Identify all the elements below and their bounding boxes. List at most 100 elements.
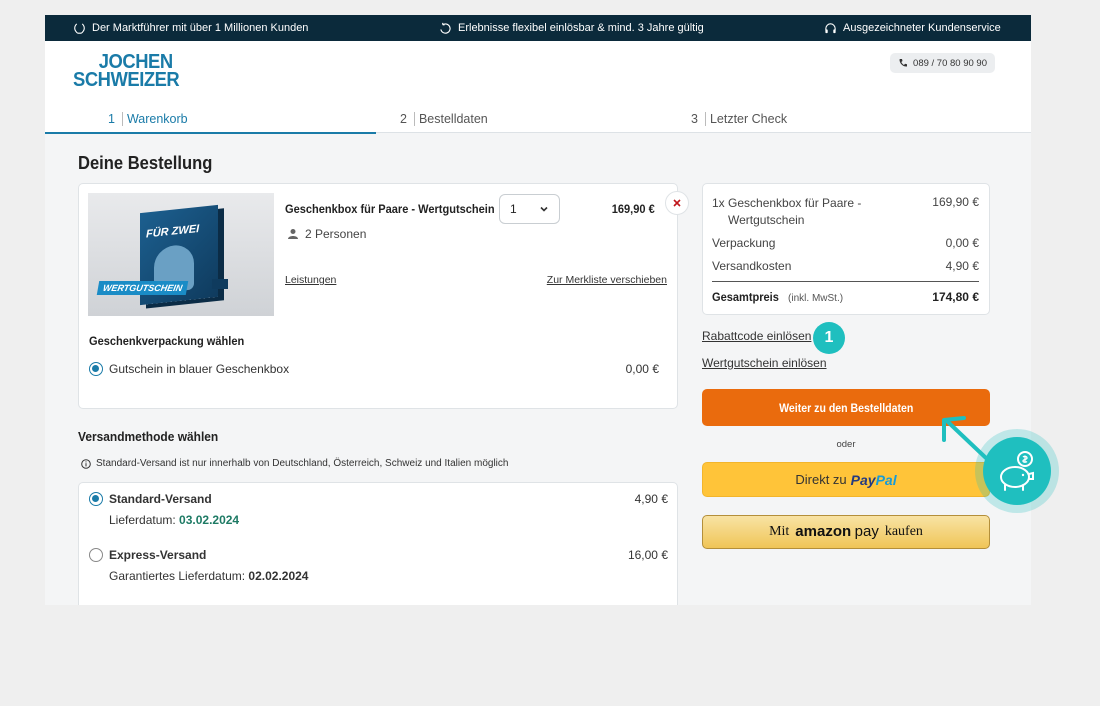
summary-shipping-row: Versandkosten 4,90 € xyxy=(712,259,979,273)
remove-item-button[interactable] xyxy=(665,191,689,215)
summary-item-line2: Wertgutschein xyxy=(728,213,805,227)
express-shipping-radio[interactable] xyxy=(89,548,103,562)
topbar-item-service: Ausgezeichneter Kundenservice xyxy=(824,15,1001,41)
active-step-indicator xyxy=(45,132,376,134)
product-persons: 2 Personen xyxy=(287,227,366,241)
voucher-redeem-link[interactable]: Wertgutschein einlösen xyxy=(702,356,827,370)
continue-button-label: Weiter zu den Bestelldaten xyxy=(778,400,914,415)
product-card: FÜR ZWEI WERTGUTSCHEIN Geschenkbox für P… xyxy=(78,183,689,409)
quantity-select[interactable]: 1 xyxy=(499,194,560,224)
summary-shipping-label: Versandkosten xyxy=(712,259,792,273)
checkout-steps: 1 Warenkorb 2 Bestelldaten 3 Letzter Che… xyxy=(45,105,1031,134)
topbar-text-market-leader: Der Marktführer mit über 1 Millionen Kun… xyxy=(92,22,309,34)
summary-packaging-label: Verpackung xyxy=(712,236,776,250)
amazon-pay-logo: amazon pay xyxy=(795,523,879,541)
laurel-icon xyxy=(74,22,85,34)
summary-total-price: 174,80 € xyxy=(932,290,979,304)
quantity-value: 1 xyxy=(510,202,517,216)
product-title[interactable]: Geschenkbox für Paare - Wertgutschein xyxy=(285,202,495,216)
standard-delivery-date-value: 03.02.2024 xyxy=(179,513,240,527)
step-cart-number: 1 xyxy=(108,112,115,126)
discount-code-link[interactable]: Rabattcode einlösen xyxy=(702,329,811,343)
standard-delivery-date: Lieferdatum: 03.02.2024 xyxy=(109,513,239,527)
summary-packaging-row: Verpackung 0,00 € xyxy=(712,236,979,250)
summary-item-price: 169,90 € xyxy=(932,195,979,209)
step-order-data-number: 2 xyxy=(400,112,407,126)
standard-shipping-price: 4,90 € xyxy=(634,492,668,506)
standard-shipping-radio[interactable] xyxy=(89,492,103,506)
persons-label: 2 Personen xyxy=(305,227,367,241)
amazon-suffix: kaufen xyxy=(884,524,923,539)
top-info-bar: Der Marktführer mit über 1 Millionen Kun… xyxy=(45,15,1031,41)
brand-logo[interactable]: JOCHEN SCHWEIZER xyxy=(73,52,180,91)
step-separator xyxy=(121,112,123,126)
info-icon xyxy=(81,458,91,469)
amazon-pay-button[interactable]: Mit amazon pay kaufen xyxy=(702,515,990,549)
box-text: FÜR ZWEI xyxy=(146,222,200,241)
express-shipping-name[interactable]: Express-Versand xyxy=(109,548,206,562)
paypal-logo: PayPal xyxy=(851,472,897,488)
step-last-check-number: 3 xyxy=(691,112,698,126)
summary-divider xyxy=(712,281,979,282)
amazon-logo-text: amazon xyxy=(795,523,852,540)
paypal-logo-pay: Pay xyxy=(850,471,876,488)
shipping-card: Standard-Versand 4,90 € Lieferdatum: 03.… xyxy=(78,482,678,605)
express-delivery-date-label: Garantiertes Lieferdatum: xyxy=(109,569,246,583)
amazon-pay-text: pay xyxy=(854,523,879,540)
step-last-check[interactable]: 3 Letzter Check xyxy=(691,105,787,133)
piggy-bank-icon xyxy=(1000,451,1034,491)
person-icon xyxy=(288,229,298,239)
shipping-info: Standard-Versand ist nur innerhalb von D… xyxy=(81,458,508,469)
topbar-text-flexible: Erlebnisse flexibel einlösbar & mind. 3 … xyxy=(458,22,704,34)
product-price: 169,90 € xyxy=(612,202,655,216)
savings-overlay xyxy=(975,429,1059,513)
amazon-prefix: Mit xyxy=(769,524,790,539)
shipping-info-text: Standard-Versand ist nur innerhalb von D… xyxy=(96,458,509,469)
standard-delivery-date-label: Lieferdatum: xyxy=(109,513,176,527)
gift-wrap-radio[interactable] xyxy=(89,362,103,376)
step-order-data[interactable]: 2 Bestelldaten xyxy=(400,105,488,133)
shipping-title: Versandmethode wählen xyxy=(78,429,219,444)
summary-item-line1: 1x Geschenkbox für Paare - xyxy=(712,196,862,210)
phone-icon xyxy=(899,59,908,67)
headset-icon xyxy=(825,22,836,33)
summary-packaging-price: 0,00 € xyxy=(945,236,979,250)
product-image[interactable]: FÜR ZWEI WERTGUTSCHEIN xyxy=(88,193,274,316)
topbar-item-flexible: Erlebnisse flexibel einlösbar & mind. 3 … xyxy=(439,15,704,41)
voucher-banner: WERTGUTSCHEIN xyxy=(96,281,189,295)
paypal-logo-pal: Pal xyxy=(875,471,897,488)
close-icon xyxy=(673,199,681,207)
step-cart[interactable]: 1 Warenkorb xyxy=(108,105,188,133)
move-to-wishlist-link[interactable]: Zur Merkliste verschieben xyxy=(547,274,667,286)
summary-item-label: 1x Geschenkbox für Paare - Wertgutschein xyxy=(712,195,861,229)
box-logo xyxy=(212,279,228,289)
order-summary: 1x Geschenkbox für Paare - Wertgutschein… xyxy=(702,183,990,315)
step-last-check-label: Letzter Check xyxy=(709,112,788,126)
refresh-icon xyxy=(440,22,451,34)
logo-line2: SCHWEIZER xyxy=(73,69,180,91)
step-order-data-label: Bestelldaten xyxy=(418,112,488,126)
topbar-text-service: Ausgezeichneter Kundenservice xyxy=(843,22,1001,34)
header: JOCHEN SCHWEIZER 089 / 70 80 90 90 1 War… xyxy=(45,41,1031,134)
summary-item-row: 1x Geschenkbox für Paare - Wertgutschein… xyxy=(712,195,979,229)
gift-wrap-option-label[interactable]: Gutschein in blauer Geschenkbox xyxy=(109,362,289,376)
express-delivery-date-value: 02.02.2024 xyxy=(248,569,309,583)
summary-shipping-price: 4,90 € xyxy=(945,259,979,273)
summary-total-note: (inkl. MwSt.) xyxy=(788,293,844,304)
step-badge: 1 xyxy=(813,322,845,354)
phone-number: 089 / 70 80 90 90 xyxy=(913,57,987,69)
gift-wrap-option-price: 0,00 € xyxy=(625,362,659,376)
page-title: Deine Bestellung xyxy=(78,153,213,173)
page-frame: Der Marktführer mit über 1 Millionen Kun… xyxy=(45,15,1031,605)
summary-total-label: Gesamtpreis (inkl. MwSt.) xyxy=(712,290,843,304)
standard-shipping-name[interactable]: Standard-Versand xyxy=(109,492,212,506)
paypal-prefix: Direkt zu xyxy=(795,472,847,487)
services-link[interactable]: Leistungen xyxy=(285,274,336,286)
step-separator xyxy=(413,112,415,126)
summary-total-title: Gesamtpreis xyxy=(712,290,779,304)
step-cart-label: Warenkorb xyxy=(126,112,188,126)
express-shipping-price: 16,00 € xyxy=(627,548,668,562)
summary-total-row: Gesamtpreis (inkl. MwSt.) 174,80 € xyxy=(712,290,979,304)
phone-button[interactable]: 089 / 70 80 90 90 xyxy=(890,53,995,73)
step-separator xyxy=(704,112,706,126)
